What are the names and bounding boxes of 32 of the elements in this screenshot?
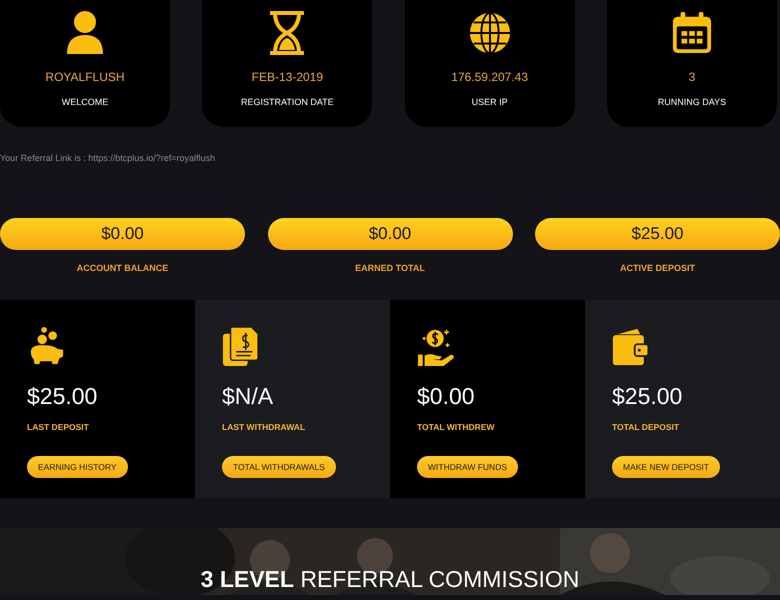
card-label: REGISTRATION DATE <box>240 97 334 107</box>
document-icon <box>222 325 260 369</box>
stat-amount: $25.00 <box>27 383 98 410</box>
balance-label: ACTIVE DEPOSIT <box>620 263 695 273</box>
stat-label: TOTAL WITHDREW <box>417 422 494 432</box>
card-label: USER IP <box>472 97 508 107</box>
user-icon <box>65 10 105 56</box>
balance-amount: $0.00 <box>0 218 245 250</box>
balance-label: EARNED TOTAL <box>355 263 425 273</box>
balance-amount: $25.00 <box>535 218 780 250</box>
action-button[interactable]: WITHDRAW FUNDS <box>417 456 518 478</box>
globe-icon <box>468 10 512 56</box>
stat-label: LAST WITHDRAWAL <box>222 422 306 432</box>
card-label: WELCOME <box>62 97 108 107</box>
card-value: ROYALFLUSH <box>45 70 125 84</box>
stat-amount: $25.00 <box>612 383 682 410</box>
action-button[interactable]: TOTAL WITHDRAWALS <box>222 456 336 478</box>
action-button[interactable]: MAKE NEW DEPOSIT <box>612 456 720 478</box>
stat-amount: $0.00 <box>417 383 475 410</box>
referral-link-text: Your Referral Link is : https://btcplus.io/?ref=royalflush <box>0 153 216 163</box>
stat-label: LAST DEPOSIT <box>27 422 89 432</box>
section-title: 3 LEVEL REFERRAL COMMISSION <box>200 566 580 593</box>
balance-amount: $0.00 <box>268 218 512 250</box>
card-label: RUNNING DAYS <box>658 97 726 107</box>
card-value: 3 <box>688 70 696 84</box>
stat-label: TOTAL DEPOSIT <box>612 422 680 432</box>
stat-amount: $N/A <box>222 383 274 410</box>
card-value: FEB-13-2019 <box>252 70 324 84</box>
card-value: 176.59.207.43 <box>451 70 528 84</box>
action-button[interactable]: EARNING HISTORY <box>27 456 128 478</box>
calendar-icon <box>670 10 713 56</box>
balance-label: ACCOUNT BALANCE <box>76 263 168 273</box>
